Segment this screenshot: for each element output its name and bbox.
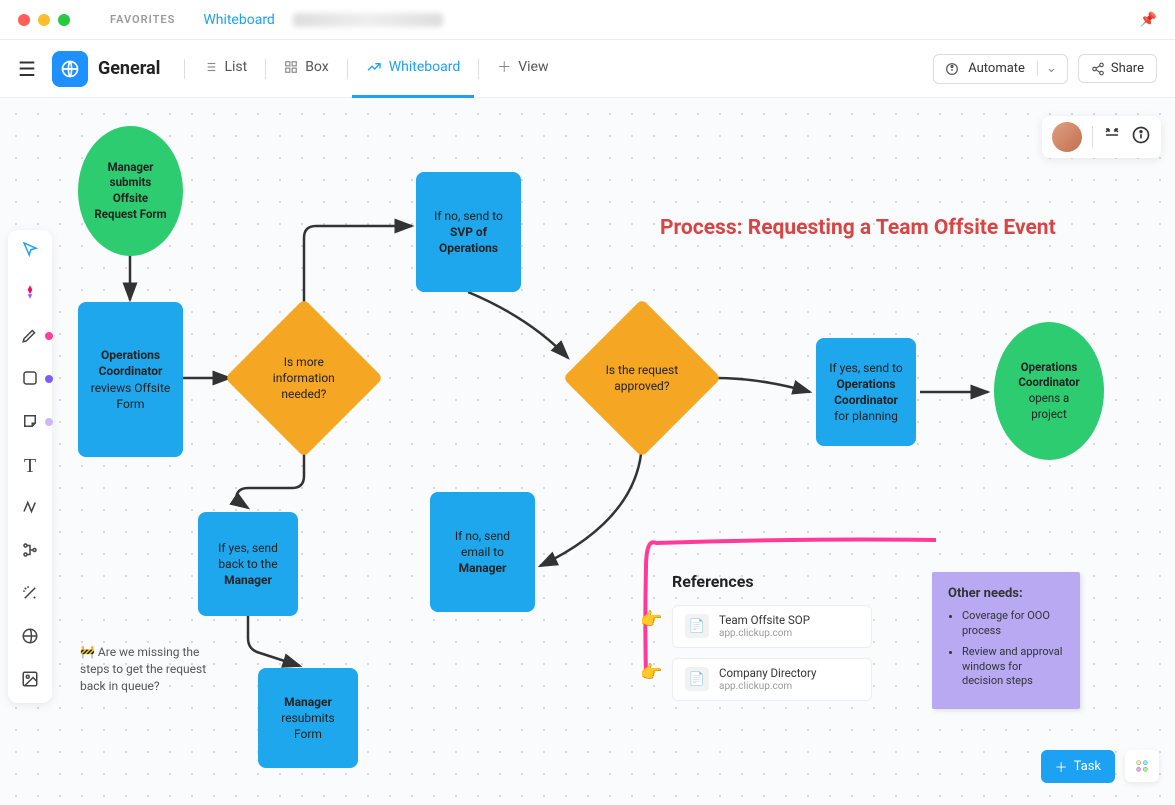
view-list[interactable]: List	[189, 40, 261, 98]
view-add-label: View	[518, 59, 548, 75]
info-icon[interactable]	[1131, 125, 1151, 150]
relationship-tool-icon[interactable]	[21, 541, 39, 564]
magic-tool-icon[interactable]	[21, 584, 39, 607]
left-toolbar: T	[8, 230, 52, 703]
share-label: Share	[1111, 61, 1144, 76]
svp-node[interactable]: If no, send toSVP ofOperations	[416, 172, 521, 292]
reference-card[interactable]: 📄 Company Directoryapp.clickup.com	[672, 658, 872, 701]
pointer-tool-icon[interactable]	[21, 240, 39, 263]
window-controls	[18, 14, 70, 26]
space-icon[interactable]	[52, 51, 88, 87]
doc-icon: 📄	[685, 614, 709, 638]
start-node[interactable]: ManagersubmitsOffsiteRequest Form	[78, 126, 183, 256]
plus-icon: ＋	[1055, 757, 1068, 776]
chevron-down-icon[interactable]: ⌄	[1037, 61, 1057, 76]
references-panel[interactable]: References 👉 📄 Team Offsite SOPapp.click…	[636, 528, 1096, 758]
connector-tool-icon[interactable]	[21, 498, 39, 521]
view-box[interactable]: Box	[270, 40, 343, 98]
bottom-right-controls: ＋ Task	[1041, 750, 1159, 783]
share-button[interactable]: Share	[1078, 54, 1157, 83]
approved-decision[interactable]: Is the request approved?	[563, 299, 721, 457]
automate-label: Automate	[968, 61, 1025, 76]
view-whiteboard[interactable]: Whiteboard	[352, 40, 475, 98]
ai-tool-icon[interactable]	[21, 283, 39, 306]
reference-card[interactable]: 📄 Team Offsite SOPapp.clickup.com	[672, 605, 872, 648]
breadcrumb[interactable]: Whiteboard	[203, 12, 275, 28]
pen-tool-icon[interactable]	[21, 326, 39, 349]
apps-button[interactable]	[1125, 750, 1159, 782]
planning-node[interactable]: If yes, send toOperationsCoordinatorfor …	[816, 338, 916, 446]
send-back-manager-node[interactable]: If yes, sendback to theManager	[198, 512, 298, 616]
view-add[interactable]: ＋ View	[483, 40, 562, 98]
fit-icon[interactable]	[1103, 126, 1121, 149]
close-icon[interactable]	[18, 14, 30, 26]
favorites-label: FAVORITES	[110, 13, 175, 26]
pointer-icon: 👉	[640, 609, 662, 630]
breadcrumb-redacted	[293, 13, 443, 27]
pin-icon[interactable]: 📌	[1140, 12, 1157, 28]
web-tool-icon[interactable]	[21, 627, 39, 650]
header: ☰ General List Box Whiteboard ＋ View Aut…	[0, 40, 1175, 98]
image-tool-icon[interactable]	[21, 670, 39, 693]
other-needs-sticky[interactable]: Other needs: Coverage for OOO process Re…	[932, 572, 1080, 709]
comment-note[interactable]: 🚧 Are we missing the steps to get the re…	[80, 644, 220, 694]
list-item: Review and approval windows for decision…	[962, 645, 1064, 690]
top-right-controls	[1042, 116, 1161, 158]
review-node[interactable]: OperationsCoordinatorreviews Offsite For…	[78, 302, 183, 457]
more-info-decision[interactable]: Is more information needed?	[225, 299, 383, 457]
titlebar: FAVORITES Whiteboard 📌	[0, 0, 1175, 40]
menu-icon[interactable]: ☰	[18, 57, 36, 81]
space-name[interactable]: General	[98, 58, 161, 79]
shape-tool-icon[interactable]	[21, 369, 39, 392]
references-title: References	[672, 572, 872, 591]
process-title[interactable]: Process: Requesting a Team Offsite Event	[660, 216, 1056, 240]
avatar[interactable]	[1052, 122, 1082, 152]
task-button-label: Task	[1074, 759, 1101, 774]
sticky-tool-icon[interactable]	[21, 412, 39, 435]
resubmit-node[interactable]: Managerresubmits Form	[258, 668, 358, 768]
whiteboard-canvas[interactable]: T Process: Requesting a Team Offsite Eve…	[0, 98, 1175, 805]
pointer-icon: 👉	[640, 662, 662, 683]
end-node[interactable]: OperationsCoordinatoropens aproject	[994, 322, 1104, 460]
doc-icon: 📄	[685, 667, 709, 691]
automate-button[interactable]: Automate ⌄	[933, 54, 1068, 84]
view-list-label: List	[224, 59, 247, 75]
text-tool-icon[interactable]: T	[24, 455, 36, 478]
email-manager-node[interactable]: If no, sendemail toManager	[430, 492, 535, 612]
new-task-button[interactable]: ＋ Task	[1041, 750, 1115, 783]
list-item: Coverage for OOO process	[962, 609, 1064, 639]
minimize-icon[interactable]	[38, 14, 50, 26]
view-whiteboard-label: Whiteboard	[389, 59, 461, 75]
other-needs-title: Other needs:	[948, 586, 1064, 601]
maximize-icon[interactable]	[58, 14, 70, 26]
view-box-label: Box	[305, 59, 329, 75]
